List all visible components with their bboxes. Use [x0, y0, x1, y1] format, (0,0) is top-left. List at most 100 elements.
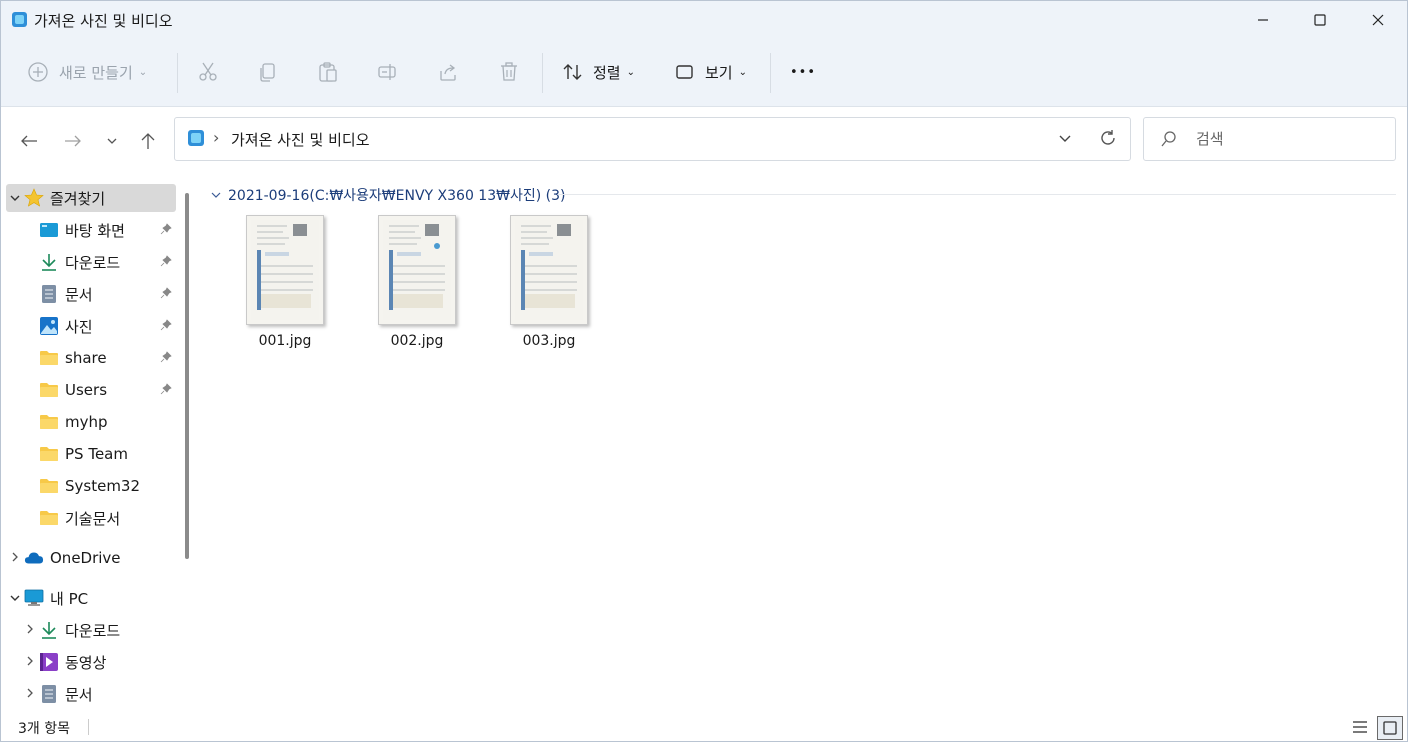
- file-item[interactable]: 001.jpg: [230, 215, 340, 355]
- close-icon: [1372, 14, 1384, 26]
- photos-folder-icon: [12, 12, 27, 27]
- file-item[interactable]: 003.jpg: [494, 215, 604, 355]
- navigation-pane: 즐겨찾기 바탕 화면 다운로드 문서 사진 share Users myhp P…: [1, 173, 196, 713]
- view-button[interactable]: 보기 ⌄: [675, 57, 747, 87]
- paste-button[interactable]: [317, 57, 339, 87]
- file-explorer-window: 가져온 사진 및 비디오 새로 만들기 ⌄ 정렬 ⌄ 보기 ⌄ ••• › 가져…: [0, 0, 1408, 742]
- chevron-down-icon: [107, 138, 117, 144]
- sidebar-item-this-pc[interactable]: 내 PC: [6, 584, 176, 612]
- group-header[interactable]: 2021-09-16(C:₩사용자₩ENVY X360 13₩사진) (3): [210, 185, 565, 205]
- chevron-down-icon: ⌄: [738, 66, 747, 78]
- sidebar-item-pc-downloads[interactable]: 다운로드: [21, 616, 176, 644]
- star-icon: [24, 188, 44, 208]
- large-icons-view-icon: [1383, 721, 1397, 735]
- sidebar-item-tech-docs[interactable]: 기술문서: [39, 504, 176, 532]
- cut-button[interactable]: [197, 57, 219, 87]
- sidebar-item-myhp[interactable]: myhp: [39, 408, 176, 436]
- sidebar-item-onedrive[interactable]: OneDrive: [6, 544, 176, 572]
- sidebar-item-system32[interactable]: System32: [39, 472, 176, 500]
- large-icons-view-button[interactable]: [1377, 716, 1403, 740]
- group-divider: [558, 194, 1396, 195]
- file-item[interactable]: 002.jpg: [362, 215, 472, 355]
- more-options-button[interactable]: •••: [790, 57, 816, 87]
- file-name[interactable]: 003.jpg: [494, 333, 604, 349]
- plus-circle-icon: [28, 62, 48, 82]
- refresh-icon[interactable]: [1099, 129, 1117, 147]
- breadcrumb-current[interactable]: 가져온 사진 및 비디오: [231, 129, 370, 150]
- sidebar-item-desktop[interactable]: 바탕 화면: [39, 216, 176, 244]
- chevron-down-icon[interactable]: [1058, 134, 1072, 144]
- photos-folder-icon: [188, 130, 204, 146]
- minimize-button[interactable]: [1234, 1, 1292, 39]
- image-thumbnail: [246, 215, 324, 325]
- title-bar: 가져온 사진 및 비디오: [1, 1, 1407, 39]
- chevron-down-icon[interactable]: [6, 592, 24, 605]
- rename-button[interactable]: [377, 57, 399, 87]
- recent-locations-button[interactable]: [100, 129, 124, 153]
- arrow-up-icon: [141, 133, 155, 149]
- share-button[interactable]: [438, 57, 460, 87]
- document-icon: [39, 684, 59, 704]
- up-button[interactable]: [136, 129, 160, 153]
- command-bar: 새로 만들기 ⌄ 정렬 ⌄ 보기 ⌄ •••: [1, 39, 1407, 107]
- pin-icon: [160, 255, 172, 270]
- sidebar-item-share[interactable]: share: [39, 344, 176, 372]
- sidebar-item-downloads[interactable]: 다운로드: [39, 248, 176, 276]
- group-header-label: 2021-09-16(C:₩사용자₩ENVY X360 13₩사진) (3): [228, 188, 566, 204]
- forward-button[interactable]: [61, 129, 85, 153]
- chevron-right-icon[interactable]: [21, 687, 39, 702]
- search-icon: [1161, 131, 1176, 147]
- download-icon: [39, 252, 59, 272]
- file-name[interactable]: 002.jpg: [362, 333, 472, 349]
- file-name[interactable]: 001.jpg: [230, 333, 340, 349]
- chevron-down-icon: [211, 192, 221, 198]
- share-icon: [440, 64, 456, 81]
- maximize-button[interactable]: [1291, 1, 1349, 39]
- sidebar-item-label: 문서: [65, 285, 93, 304]
- sidebar-item-label: System32: [65, 477, 141, 495]
- toolbar-divider: [177, 53, 178, 93]
- search-input[interactable]: [1194, 128, 1388, 150]
- item-count: 3개 항목: [18, 721, 70, 737]
- copy-button[interactable]: [257, 57, 279, 87]
- folder-icon: [39, 476, 59, 496]
- chevron-right-icon[interactable]: [21, 623, 39, 638]
- window-title: 가져온 사진 및 비디오: [34, 12, 173, 30]
- close-button[interactable]: [1349, 1, 1407, 39]
- sort-icon: [563, 64, 582, 80]
- sidebar-item-pc-documents[interactable]: 문서: [21, 680, 176, 708]
- new-button[interactable]: 새로 만들기 ⌄: [27, 57, 147, 87]
- sidebar-item-label: 기술문서: [65, 509, 121, 528]
- sidebar-item-favorites[interactable]: 즐겨찾기: [6, 184, 176, 212]
- chevron-right-icon[interactable]: [6, 551, 24, 566]
- document-icon: [39, 284, 59, 304]
- sidebar-item-label: 문서: [65, 685, 93, 704]
- chevron-down-icon: ⌄: [138, 66, 148, 78]
- sidebar-item-pc-videos[interactable]: 동영상: [21, 648, 176, 676]
- sidebar-item-label: PS Team: [65, 445, 128, 463]
- sidebar-item-users[interactable]: Users: [39, 376, 176, 404]
- delete-button[interactable]: [498, 57, 520, 87]
- folder-icon: [39, 348, 59, 368]
- paste-icon: [319, 62, 337, 82]
- address-bar[interactable]: › 가져온 사진 및 비디오: [174, 117, 1131, 161]
- sidebar-scrollbar[interactable]: [185, 193, 189, 559]
- sidebar-item-label: 내 PC: [50, 589, 89, 608]
- sidebar-item-label: 즐겨찾기: [50, 189, 106, 208]
- chevron-right-icon[interactable]: [21, 655, 39, 670]
- chevron-down-icon: ⌄: [626, 66, 635, 78]
- sidebar-item-pictures[interactable]: 사진: [39, 312, 176, 340]
- sidebar-item-ps-team[interactable]: PS Team: [39, 440, 176, 468]
- view-button-label: 보기: [705, 63, 733, 82]
- sidebar-item-documents[interactable]: 문서: [39, 280, 176, 308]
- pin-icon: [160, 319, 172, 334]
- sort-button[interactable]: 정렬 ⌄: [562, 57, 635, 87]
- chevron-down-icon[interactable]: [6, 192, 24, 205]
- cloud-icon: [24, 548, 44, 568]
- search-box[interactable]: [1143, 117, 1396, 161]
- maximize-icon: [1314, 14, 1326, 26]
- details-view-button[interactable]: [1348, 716, 1372, 738]
- back-button[interactable]: [17, 129, 41, 153]
- toolbar-divider: [542, 53, 543, 93]
- minimize-icon: [1258, 19, 1268, 21]
